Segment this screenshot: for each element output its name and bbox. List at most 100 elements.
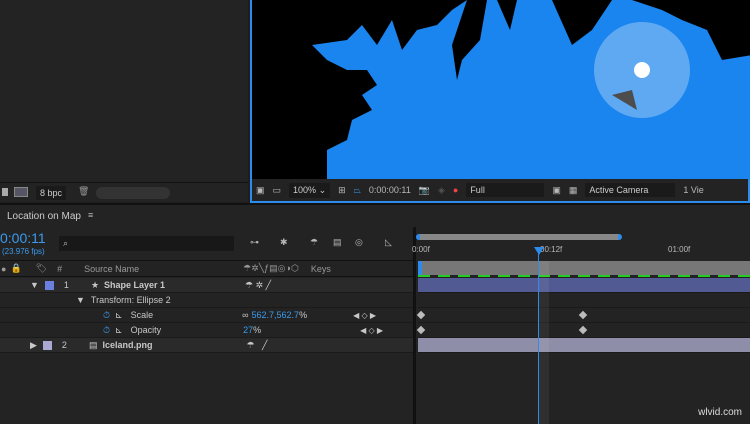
- timeline-panel: 0:00:11 (23.976 fps) ⌕ ⊶ ✱ ☂ ▤ ◎ ◺ ● 🔒 🏷…: [0, 227, 750, 424]
- layer-row[interactable]: ▶ 2 ▤ Iceland.png ☂ ╱: [0, 338, 413, 353]
- group-name: Transform: Ellipse 2: [91, 295, 171, 305]
- property-row-scale[interactable]: ⏱ ⊾ Scale ∞ 562.7,562.7% ◀ ◇ ▶: [0, 308, 413, 323]
- star-icon: ★: [91, 280, 99, 291]
- panel-menu-icon[interactable]: ≡: [88, 210, 93, 220]
- region-icon[interactable]: ⊞: [338, 185, 346, 196]
- keyframe[interactable]: [417, 311, 425, 319]
- layer-name[interactable]: Shape Layer 1: [104, 280, 165, 290]
- timeline-tab[interactable]: Location on Map ≡: [0, 203, 750, 227]
- keys-column: Keys: [311, 264, 331, 274]
- snapshot-icon[interactable]: 📷: [419, 185, 430, 196]
- group-row[interactable]: ▼ Transform: Ellipse 2: [0, 293, 413, 308]
- resolution-dropdown[interactable]: Full: [466, 183, 544, 197]
- keyframe-nav[interactable]: ◀ ◇ ▶: [353, 311, 376, 320]
- layer-bar[interactable]: [418, 278, 750, 293]
- scale-track: [418, 308, 750, 323]
- property-name: Scale: [131, 310, 154, 320]
- keyframe-nav[interactable]: ◀ ◇ ▶: [360, 326, 383, 335]
- work-area-navigator[interactable]: [416, 234, 622, 240]
- frame-blend-icon[interactable]: ▤: [333, 237, 342, 248]
- link-icon[interactable]: ∞: [242, 310, 248, 320]
- viewer-timecode[interactable]: 0:00:00:11: [369, 185, 411, 195]
- camera-value: Active Camera: [589, 185, 648, 195]
- composition-viewer[interactable]: ▣ ▭ 100% ⌄ ⊞ ⏢ 0:00:00:11 📷 ◈ ● Full ▣ ▦…: [250, 0, 750, 203]
- current-time[interactable]: 0:00:11: [0, 230, 46, 246]
- show-snapshot-icon[interactable]: ◈: [438, 185, 445, 196]
- ruler-label: 01:00f: [668, 245, 690, 254]
- project-footer: 8 bpc 🗑: [0, 182, 248, 202]
- project-panel: [0, 0, 248, 182]
- property-value[interactable]: 562.7,562.7: [252, 310, 300, 320]
- graph-editor-icon[interactable]: ◺: [385, 237, 392, 248]
- comp-title: Location on Map: [7, 211, 81, 222]
- lock-column-icon: 🔒: [10, 263, 21, 274]
- layer-number: 1: [64, 280, 69, 290]
- shy-switch-icon[interactable]: ☂ ✲ ╱: [245, 280, 271, 291]
- playhead[interactable]: [538, 249, 539, 424]
- interpret-icon[interactable]: [2, 188, 8, 196]
- opacity-track: [418, 323, 750, 338]
- expand-icon[interactable]: ▶: [30, 340, 37, 351]
- shy-switch-icon[interactable]: ☂ ╱: [246, 340, 267, 351]
- graph-icon[interactable]: ⊾: [115, 325, 123, 336]
- shy-icon[interactable]: ☂: [310, 237, 318, 248]
- keyframe[interactable]: [579, 311, 587, 319]
- roi-icon[interactable]: ▣: [552, 185, 561, 196]
- draft-3d-icon[interactable]: ✱: [280, 237, 288, 248]
- search-icon: ⌕: [63, 238, 68, 248]
- monitor-icon[interactable]: ▭: [273, 185, 282, 196]
- project-search[interactable]: [96, 187, 170, 199]
- layer-bar[interactable]: [418, 338, 750, 353]
- new-comp-icon[interactable]: [14, 187, 28, 197]
- views-dropdown[interactable]: 1 Vie: [683, 185, 703, 195]
- column-headers: ● 🔒 🏷 # Source Name ☂✲╲ƒ▤◎◑⬡ Keys: [0, 260, 413, 277]
- label-color[interactable]: [45, 281, 54, 290]
- motion-blur-icon[interactable]: ◎: [355, 237, 363, 248]
- layer-search-input[interactable]: ⌕: [59, 236, 234, 251]
- collapse-icon[interactable]: ▼: [76, 295, 85, 305]
- viewer-toolbar: ▣ ▭ 100% ⌄ ⊞ ⏢ 0:00:00:11 📷 ◈ ● Full ▣ ▦…: [252, 179, 748, 201]
- property-name: Opacity: [131, 325, 162, 335]
- comp-flowchart-icon[interactable]: ⊶: [250, 237, 259, 248]
- zoom-value: 100%: [293, 185, 316, 195]
- label-column-icon: 🏷: [36, 263, 47, 274]
- property-value[interactable]: 27: [243, 325, 253, 335]
- fps-label: (23.976 fps): [2, 247, 45, 256]
- graph-icon[interactable]: ⊾: [115, 310, 123, 321]
- camera-dropdown[interactable]: Active Camera: [585, 183, 675, 197]
- cache-bar: [418, 275, 750, 277]
- unit: %: [299, 310, 307, 320]
- stopwatch-icon[interactable]: ⏱: [103, 310, 110, 321]
- playhead-handle-icon[interactable]: [534, 247, 544, 255]
- stopwatch-icon[interactable]: ⏱: [103, 325, 110, 336]
- property-row-opacity[interactable]: ⏱ ⊾ Opacity 27% ◀ ◇ ▶: [0, 323, 413, 338]
- layer-name[interactable]: Iceland.png: [102, 340, 152, 350]
- source-name-column[interactable]: Source Name: [84, 264, 139, 274]
- bpc-button[interactable]: 8 bpc: [36, 186, 66, 200]
- resolution-value: Full: [470, 185, 485, 195]
- label-color[interactable]: [43, 341, 52, 350]
- watermark: wlvid.com: [698, 407, 742, 418]
- av-column-icon: ●: [1, 264, 6, 274]
- unit: %: [253, 325, 261, 335]
- divider: [413, 227, 416, 424]
- checker-icon[interactable]: ▦: [569, 185, 578, 196]
- transparency-grid-icon[interactable]: ⏢: [354, 185, 361, 196]
- zoom-dropdown[interactable]: 100% ⌄: [289, 183, 330, 198]
- ruler-label: 0:00f: [412, 245, 430, 254]
- keyframe[interactable]: [579, 326, 587, 334]
- group-track: [418, 293, 750, 308]
- layer-number: 2: [62, 340, 67, 350]
- channel-icon[interactable]: ●: [453, 185, 458, 195]
- always-preview-icon[interactable]: ▣: [256, 185, 265, 196]
- file-icon: ▤: [89, 340, 98, 351]
- switches-icons: ☂✲╲ƒ▤◎◑⬡: [243, 263, 299, 274]
- work-area-bar[interactable]: [418, 261, 750, 275]
- frame-highlight: [539, 261, 549, 424]
- layer-row[interactable]: ▼ 1 ★ Shape Layer 1 ☂ ✲ ╱: [0, 278, 413, 293]
- keyframe[interactable]: [417, 326, 425, 334]
- map-image: [252, 0, 750, 180]
- trash-icon[interactable]: 🗑: [78, 186, 89, 197]
- collapse-icon[interactable]: ▼: [30, 280, 39, 290]
- num-column: #: [57, 264, 62, 274]
